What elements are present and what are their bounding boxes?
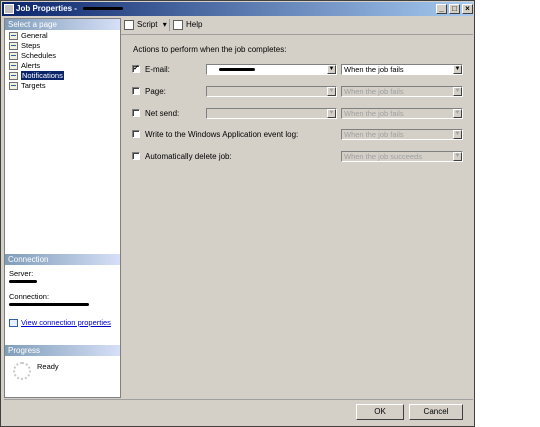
- script-icon: [124, 19, 134, 30]
- dropdown-arrow-icon[interactable]: ▼: [453, 130, 462, 139]
- email-checkbox[interactable]: ✓: [132, 65, 140, 73]
- redacted-job-name: [83, 7, 124, 11]
- page-condition-select[interactable]: When the job fails ▼: [341, 86, 463, 97]
- server-label: Server:: [9, 269, 34, 278]
- redacted-server: [9, 280, 37, 283]
- nav-item-general[interactable]: General: [7, 31, 50, 41]
- help-button[interactable]: Help: [169, 19, 202, 31]
- nav-item-schedules[interactable]: Schedules: [7, 51, 58, 61]
- progress-header: Progress: [5, 345, 120, 356]
- page-icon: [9, 52, 18, 60]
- net-send-condition-value: When the job fails: [344, 109, 404, 118]
- script-dropdown-arrow[interactable]: ▾: [163, 20, 167, 29]
- app-icon: [4, 4, 14, 14]
- delete-job-condition-value: When the job succeeds: [344, 152, 422, 161]
- nav-item-targets[interactable]: Targets: [7, 81, 48, 91]
- page-icon: [9, 72, 18, 80]
- redacted-operator: [219, 68, 255, 71]
- script-button[interactable]: Script ▾: [124, 18, 167, 32]
- email-operator-select[interactable]: ▼: [206, 64, 337, 75]
- page-icon: [9, 42, 18, 50]
- page-icon: [9, 32, 18, 40]
- maximize-button[interactable]: □: [449, 4, 460, 14]
- progress-panel: Progress Ready: [5, 345, 120, 397]
- net-send-checkbox[interactable]: [132, 109, 140, 117]
- delete-job-condition-select[interactable]: When the job succeeds ▼: [341, 151, 463, 162]
- email-label: E-mail:: [145, 65, 170, 74]
- cancel-button[interactable]: Cancel: [409, 404, 463, 420]
- net-send-condition-select[interactable]: When the job fails ▼: [341, 108, 463, 119]
- dropdown-arrow-icon[interactable]: ▼: [327, 87, 336, 96]
- close-button[interactable]: ×: [462, 4, 473, 14]
- page-icon: [9, 82, 18, 90]
- email-condition-value: When the job fails: [344, 65, 404, 74]
- page-label: Page:: [145, 87, 166, 96]
- email-condition-select[interactable]: When the job fails ▼: [341, 64, 463, 75]
- nav-item-label: Targets: [21, 81, 46, 90]
- delete-job-checkbox[interactable]: [132, 152, 140, 160]
- view-connection-properties-link[interactable]: View connection properties: [9, 318, 111, 328]
- dropdown-arrow-icon[interactable]: ▼: [453, 65, 462, 74]
- select-page-header: Select a page: [5, 19, 120, 30]
- connection-label: Connection:: [9, 292, 50, 301]
- nav-item-notifications[interactable]: Notifications: [7, 71, 66, 81]
- nav-item-alerts[interactable]: Alerts: [7, 61, 42, 71]
- progress-status: Ready: [37, 362, 59, 371]
- redacted-connection: [9, 303, 89, 306]
- link-icon: [9, 319, 18, 328]
- delete-job-label: Automatically delete job:: [145, 152, 232, 161]
- event-log-condition-select[interactable]: When the job fails ▼: [341, 129, 463, 140]
- left-pane: Select a page General Steps Schedules Al…: [4, 18, 121, 398]
- dropdown-arrow-icon[interactable]: ▼: [453, 109, 462, 118]
- window-title: Job Properties -: [16, 4, 80, 13]
- nav-item-label: Alerts: [21, 61, 41, 70]
- help-label: Help: [186, 20, 203, 29]
- toolbar: Script ▾ Help: [121, 18, 473, 32]
- view-connection-properties-text[interactable]: View connection properties: [21, 318, 111, 327]
- event-log-condition-value: When the job fails: [344, 130, 404, 139]
- nav-item-steps[interactable]: Steps: [7, 41, 42, 51]
- net-send-operator-select[interactable]: ▼: [206, 108, 337, 119]
- progress-spinner-icon: [13, 362, 31, 380]
- page-operator-select[interactable]: ▼: [206, 86, 337, 97]
- event-log-label: Write to the Windows Application event l…: [145, 130, 299, 139]
- connection-panel: Connection Server: Connection: View conn…: [5, 254, 120, 349]
- nav-item-label: Schedules: [21, 51, 57, 60]
- script-label: Script: [137, 20, 158, 29]
- nav-item-label: General: [21, 31, 48, 40]
- title-bar[interactable]: Job Properties - _ □ ×: [2, 2, 473, 16]
- dropdown-arrow-icon[interactable]: ▼: [453, 87, 462, 96]
- dropdown-arrow-icon[interactable]: ▼: [327, 65, 336, 74]
- page-checkbox[interactable]: [132, 87, 140, 95]
- net-send-label: Net send:: [145, 109, 180, 118]
- page-icon: [9, 62, 18, 70]
- help-icon: [173, 19, 183, 30]
- connection-header: Connection: [5, 254, 120, 265]
- actions-intro: Actions to perform when the job complete…: [133, 45, 287, 54]
- nav-item-label: Steps: [21, 41, 41, 50]
- notifications-content: Actions to perform when the job complete…: [121, 34, 473, 398]
- page-condition-value: When the job fails: [344, 87, 404, 96]
- event-log-checkbox[interactable]: [132, 130, 140, 138]
- divider: [4, 399, 473, 400]
- ok-button[interactable]: OK: [356, 404, 404, 420]
- dropdown-arrow-icon[interactable]: ▼: [453, 152, 462, 161]
- minimize-button[interactable]: _: [436, 4, 447, 14]
- nav-item-label: Notifications: [21, 71, 64, 80]
- job-properties-window: Job Properties - _ □ × Select a page Gen…: [0, 0, 475, 427]
- dropdown-arrow-icon[interactable]: ▼: [327, 109, 336, 118]
